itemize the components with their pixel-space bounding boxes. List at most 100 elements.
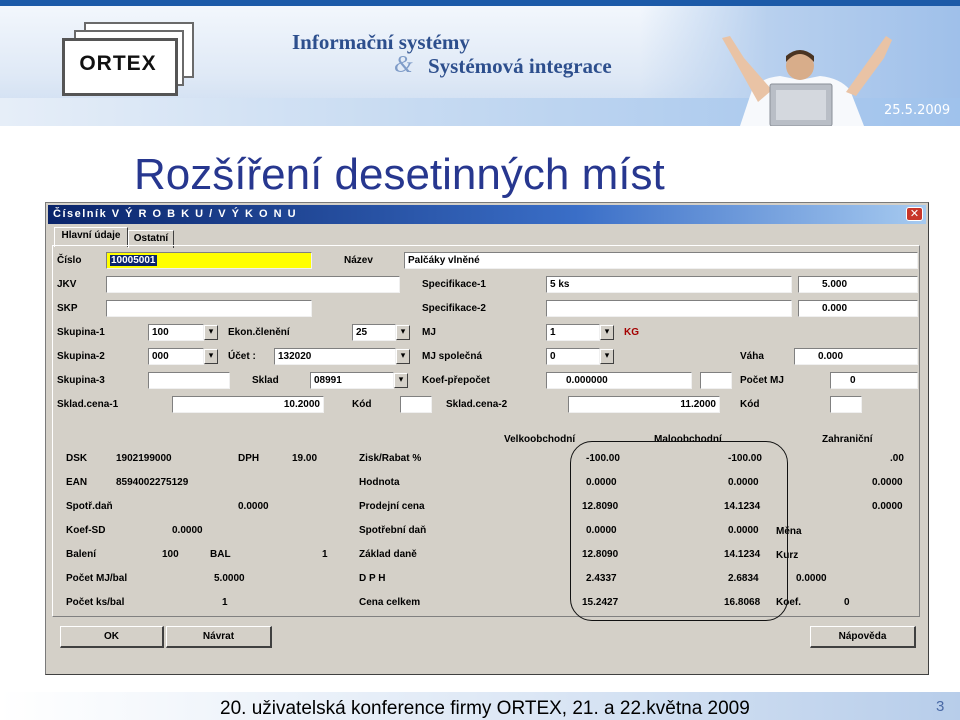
skladcena1-field[interactable]: 10.2000 [172, 396, 324, 413]
pocet-mj-field[interactable]: 0 [830, 372, 918, 389]
koef-sd-label: Koef-SD [66, 525, 106, 536]
ucet-dropdown-button[interactable]: ▾ [396, 349, 410, 364]
spec1-field[interactable]: 5 ks [546, 276, 792, 293]
pocet-ks-bal-label: Počet ks/bal [66, 597, 125, 608]
close-button[interactable]: ✕ [906, 207, 923, 221]
skupina2-label: Skupina-2 [57, 351, 105, 362]
header-banner: ORTEX Informační systémy & Systémová int… [0, 0, 960, 126]
nazev-label: Název [344, 255, 373, 266]
mj-select[interactable]: 1 [546, 324, 600, 341]
chevron-down-icon: ▾ [208, 327, 214, 337]
skupina2-dropdown-button[interactable]: ▾ [204, 349, 218, 364]
ean-value: 8594002275129 [116, 477, 189, 488]
return-button[interactable]: Návrat [166, 626, 272, 648]
window-title: Číselník V Ý R O B K U / V Ý K O N U [53, 208, 298, 220]
skupina2-select[interactable]: 000 [148, 348, 204, 365]
kod2-field[interactable] [830, 396, 862, 413]
mj-dropdown-button[interactable]: ▾ [600, 325, 614, 340]
koef-extra-field[interactable] [700, 372, 732, 389]
slide-title: Rozšíření desetinných míst [134, 150, 665, 199]
kod1-label: Kód [352, 399, 372, 410]
chevron-down-icon: ▾ [398, 375, 404, 385]
koef-prepocet-label: Koef-přepočet [422, 375, 490, 386]
highlight-outline [570, 441, 788, 621]
koef-value: 0 [844, 597, 850, 608]
skp-field[interactable] [106, 300, 312, 317]
jkv-label: JKV [57, 279, 77, 290]
sklad-label: Sklad [252, 375, 279, 386]
tab-main-data[interactable]: Hlavní údaje [54, 227, 128, 247]
spec1-label: Specifikace-1 [422, 279, 486, 290]
tagline-ampersand: & [394, 52, 413, 78]
spec2-label: Specifikace-2 [422, 303, 486, 314]
skupina3-field[interactable] [148, 372, 230, 389]
skupina3-label: Skupina-3 [57, 375, 105, 386]
cena-celkem-label: Cena celkem [359, 597, 421, 608]
ucet-select[interactable]: 132020 [274, 348, 396, 365]
baleni-value: 100 [162, 549, 179, 560]
banner-date: 25.5.2009 [884, 103, 951, 118]
ekon-select[interactable]: 25 [352, 324, 396, 341]
ortex-logo: ORTEX [56, 22, 206, 96]
baleni-label: Balení [66, 549, 97, 560]
sklad-dropdown-button[interactable]: ▾ [394, 373, 408, 388]
pocet-mj-label: Počet MJ [740, 375, 784, 386]
chevron-down-icon: ▾ [208, 351, 214, 361]
businessman-with-laptop-image [722, 36, 892, 126]
jkv-field[interactable] [106, 276, 400, 293]
cislo-field[interactable]: 10005001 [106, 252, 312, 269]
skupina1-dropdown-button[interactable]: ▾ [204, 325, 218, 340]
skladcena2-field[interactable]: 11.2000 [568, 396, 720, 413]
zisk-rabat-za: .00 [890, 453, 904, 464]
spec2-field[interactable] [546, 300, 792, 317]
prodejni-cena-label: Prodejní cena [359, 501, 425, 512]
koef-prepocet-field[interactable]: 0.000000 [546, 372, 692, 389]
close-icon: ✕ [909, 207, 920, 220]
spec2-right-field[interactable]: 0.000 [798, 300, 918, 317]
spotr-dan-label: Spotř.daň [66, 501, 113, 512]
spec1-right-value: 5.000 [822, 279, 848, 290]
ekon-dropdown-button[interactable]: ▾ [396, 325, 410, 340]
pocet-mj-value: 0 [850, 375, 856, 386]
tagline-system-integration: Systémová integrace [428, 54, 612, 78]
logo-text: ORTEX [79, 52, 157, 75]
mj-unit: KG [624, 327, 639, 338]
vaha-label: Váha [740, 351, 764, 362]
ucet-label: Účet : [228, 351, 256, 362]
mj-spolecna-dropdown-button[interactable]: ▾ [600, 349, 614, 364]
chevron-down-icon: ▾ [400, 351, 406, 361]
ekon-label: Ekon.členění [228, 327, 290, 338]
tagline-information-systems: Informační systémy [292, 30, 470, 54]
dph-value: 19.00 [292, 453, 318, 464]
vaha-value: 0.000 [818, 351, 844, 362]
spec1-right-field[interactable]: 5.000 [798, 276, 918, 293]
hodnota-label: Hodnota [359, 477, 400, 488]
window-titlebar[interactable]: Číselník V Ý R O B K U / V Ý K O N U ✕ [48, 205, 926, 224]
chevron-down-icon: ▾ [400, 327, 406, 337]
dsk-label: DSK [66, 453, 88, 464]
dsk-value: 1902199000 [116, 453, 172, 464]
sklad-select[interactable]: 08991 [310, 372, 394, 389]
mj-spolecna-select[interactable]: 0 [546, 348, 600, 365]
pocet-mj-bal-label: Počet MJ/bal [66, 573, 128, 584]
spotr-dan-value: 0.0000 [238, 501, 269, 512]
baleni-unit: BAL [210, 549, 231, 560]
product-catalog-window: Číselník V Ý R O B K U / V Ý K O N U ✕ H… [45, 202, 929, 675]
pocet-ks-bal-value: 1 [222, 597, 228, 608]
koef-sd-value: 0.0000 [172, 525, 203, 536]
footer-text: 20. uživatelská konference firmy ORTEX, … [220, 698, 750, 719]
prodejni-cena-za: 0.0000 [872, 501, 903, 512]
skupina1-select[interactable]: 100 [148, 324, 204, 341]
help-button[interactable]: Nápověda [810, 626, 916, 648]
skladcena2-label: Sklad.cena-2 [446, 399, 508, 410]
mj-label: MJ [422, 327, 436, 338]
nazev-field[interactable]: Palčáky vlněné [404, 252, 918, 269]
kod1-field[interactable] [400, 396, 432, 413]
baleni-count: 1 [322, 549, 328, 560]
cislo-label: Číslo [57, 255, 82, 266]
skp-label: SKP [57, 303, 78, 314]
vaha-field[interactable]: 0.000 [794, 348, 918, 365]
ok-button[interactable]: OK [60, 626, 164, 648]
chevron-down-icon: ▾ [604, 327, 610, 337]
zaklad-dane-label: Základ daně [359, 549, 417, 560]
